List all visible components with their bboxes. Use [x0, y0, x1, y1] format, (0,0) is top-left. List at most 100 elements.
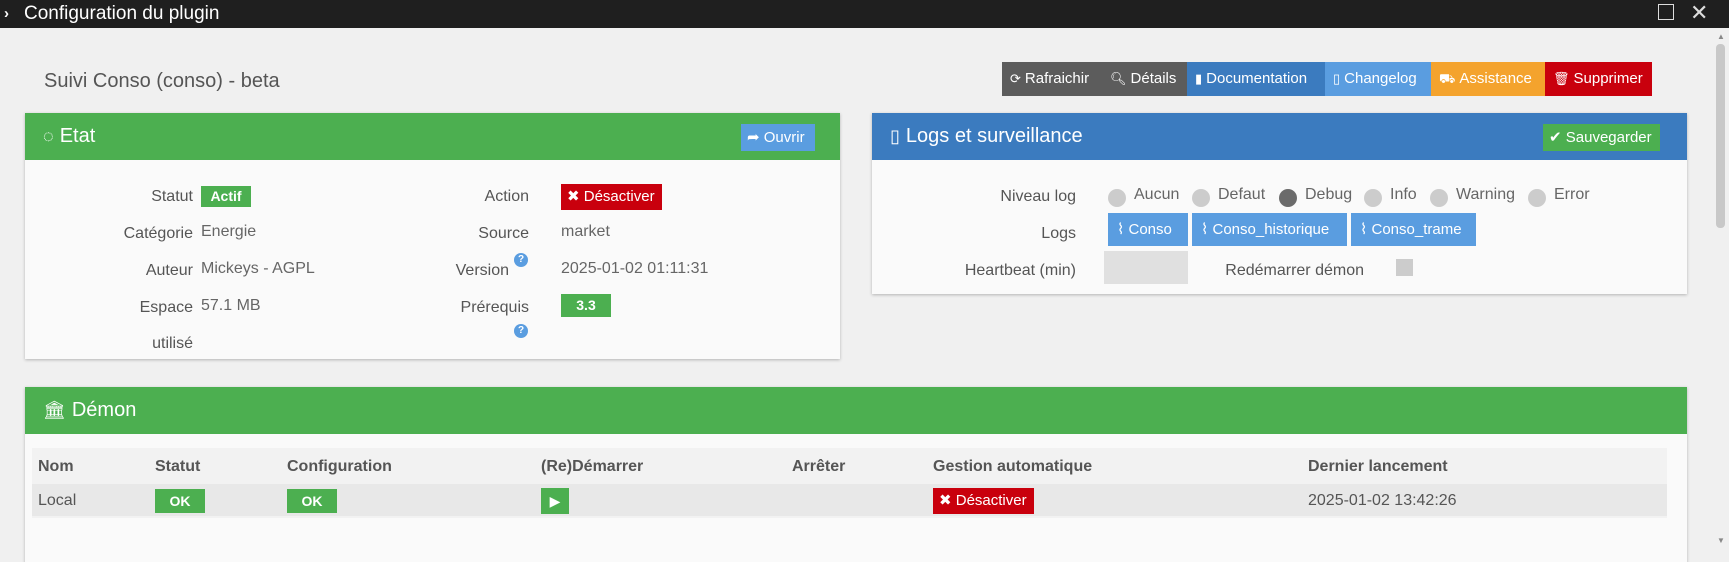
search-icon: 🔍︎ [1110, 71, 1127, 86]
etat-panel-header: ◌ Etat ➦ Ouvrir [25, 113, 840, 160]
col-gestion: Gestion automatique [933, 458, 1093, 475]
version-label: Version [455, 262, 509, 279]
logs-title: Logs et surveillance [905, 125, 1083, 147]
level-error: Error [1554, 186, 1590, 203]
documentation-label: Documentation [1206, 70, 1308, 87]
etat-panel: ◌ Etat ➦ Ouvrir Statut Actif Catégorie En… [25, 113, 840, 359]
restart-demon-checkbox[interactable] [1396, 259, 1413, 276]
row-nom: Local [38, 492, 77, 509]
refresh-label: Rafraichir [1024, 70, 1090, 87]
log-button-conso-historique[interactable]: ⌇ Conso_historique [1192, 213, 1347, 246]
gestion-desactiver-label: Désactiver [955, 492, 1027, 509]
demon-panel-header: 🏛︎ Démon [25, 387, 1687, 434]
paperclip-icon: ⌇ [1360, 221, 1368, 238]
row-dernier: 2025-01-02 13:42:26 [1308, 492, 1457, 509]
col-dernier: Dernier lancement [1308, 458, 1448, 475]
window-titlebar: › Configuration du plugin ✕ [0, 0, 1729, 28]
statut-label: Statut [151, 188, 193, 205]
paperclip-icon: ⌇ [1201, 221, 1209, 238]
heartbeat-label: Heartbeat (min) [964, 262, 1076, 279]
categorie-value: Energie [201, 223, 257, 240]
save-button[interactable]: ✔ Sauvegarder [1543, 124, 1660, 151]
vertical-scrollbar[interactable]: ▲ ▼ [1712, 28, 1729, 562]
refresh-icon: ⟳ [1010, 71, 1021, 86]
col-statut: Statut [155, 458, 201, 475]
circle-notch-icon: ◌ [43, 126, 54, 146]
radio-aucun[interactable] [1108, 189, 1126, 207]
espace-label-2: utilisé [152, 335, 193, 352]
action-label: Action [484, 188, 529, 205]
chevron-right-icon[interactable]: › [4, 5, 9, 22]
question-icon[interactable]: ? [514, 324, 528, 338]
source-label: Source [478, 225, 529, 242]
prerequis-label: Prérequis [460, 299, 529, 316]
auteur-label: Auteur [145, 262, 193, 279]
prerequis-badge: 3.3 [561, 294, 611, 317]
scrollbar-thumb[interactable] [1716, 44, 1725, 228]
x-icon: ✖ [567, 188, 580, 205]
changelog-button[interactable]: ▯ Changelog [1325, 62, 1431, 96]
level-warning: Warning [1456, 186, 1515, 203]
level-debug: Debug [1305, 186, 1353, 203]
niveau-log-label: Niveau log [1000, 188, 1076, 205]
refresh-button[interactable]: ⟳ Rafraichir [1002, 62, 1102, 96]
open-label: Ouvrir [763, 129, 805, 146]
maximize-icon[interactable] [1658, 4, 1674, 20]
source-value: market [561, 223, 610, 240]
demon-title: Démon [71, 399, 137, 421]
delete-button[interactable]: 🗑︎ Supprimer [1545, 62, 1652, 96]
col-configuration: Configuration [287, 458, 392, 475]
book-icon: ▮ [1195, 71, 1203, 86]
etat-title: Etat [59, 125, 96, 147]
window-title: Configuration du plugin [24, 3, 220, 24]
row-configuration-badge: OK [287, 489, 337, 513]
check-circle-icon: ✔ [1549, 129, 1562, 146]
demon-panel: 🏛︎ Démon Nom Statut Configuration (Re)Dém… [25, 387, 1687, 562]
log-button-conso-historique-label: Conso_historique [1212, 221, 1330, 238]
scroll-up-icon[interactable]: ▲ [1717, 32, 1725, 41]
question-icon[interactable]: ? [514, 253, 528, 267]
log-button-conso-trame[interactable]: ⌇ Conso_trame [1351, 213, 1476, 246]
gestion-desactiver-button[interactable]: ✖ Désactiver [933, 488, 1034, 514]
level-defaut: Defaut [1218, 186, 1266, 203]
changelog-label: Changelog [1344, 70, 1417, 87]
trash-icon: 🗑︎ [1553, 71, 1570, 86]
radio-info[interactable] [1364, 189, 1382, 207]
log-button-conso-label: Conso [1128, 221, 1172, 238]
assistance-button[interactable]: ⛟ Assistance [1431, 62, 1545, 96]
desactiver-button[interactable]: ✖ Désactiver [561, 184, 662, 210]
x-icon: ✖ [939, 492, 952, 509]
details-button[interactable]: 🔍︎ Détails [1102, 62, 1187, 96]
radio-defaut[interactable] [1192, 189, 1210, 207]
radio-warning[interactable] [1430, 189, 1448, 207]
heartbeat-input[interactable] [1104, 251, 1188, 284]
truck-icon: ⛟ [1439, 71, 1456, 86]
scroll-down-icon[interactable]: ▼ [1717, 536, 1725, 545]
plugin-title: Suivi Conso (conso) - beta [44, 70, 280, 92]
auteur-value: Mickeys - AGPL [201, 260, 315, 277]
delete-label: Supprimer [1573, 70, 1643, 87]
radio-debug[interactable] [1279, 189, 1297, 207]
log-button-conso[interactable]: ⌇ Conso [1108, 213, 1188, 246]
share-icon: ➦ [747, 129, 760, 146]
col-redemarrer: (Re)Démarrer [541, 458, 644, 475]
col-nom: Nom [38, 458, 74, 475]
save-label: Sauvegarder [1565, 129, 1652, 146]
level-aucun: Aucun [1134, 186, 1180, 203]
espace-label: Espace [139, 299, 193, 316]
close-icon[interactable]: ✕ [1690, 0, 1708, 26]
open-button[interactable]: ➦ Ouvrir [741, 124, 815, 151]
play-button[interactable]: ▶ [541, 488, 569, 514]
radio-error[interactable] [1528, 189, 1546, 207]
log-button-conso-trame-label: Conso_trame [1371, 221, 1462, 238]
file-icon: ▯ [890, 126, 900, 146]
statut-badge: Actif [201, 186, 251, 207]
dialog-content: Suivi Conso (conso) - beta ⟳ Rafraichir 🔍… [0, 28, 1712, 562]
logs-label: Logs [1041, 225, 1076, 242]
espace-value: 57.1 MB [201, 297, 261, 314]
logs-panel-header: ▯ Logs et surveillance ✔ Sauvegarder [872, 113, 1687, 160]
documentation-button[interactable]: ▮ Documentation [1187, 62, 1325, 96]
version-value: 2025-01-02 01:11:31 [561, 260, 709, 277]
restart-demon-label: Redémarrer démon [1225, 262, 1364, 279]
desactiver-label: Désactiver [583, 188, 655, 205]
